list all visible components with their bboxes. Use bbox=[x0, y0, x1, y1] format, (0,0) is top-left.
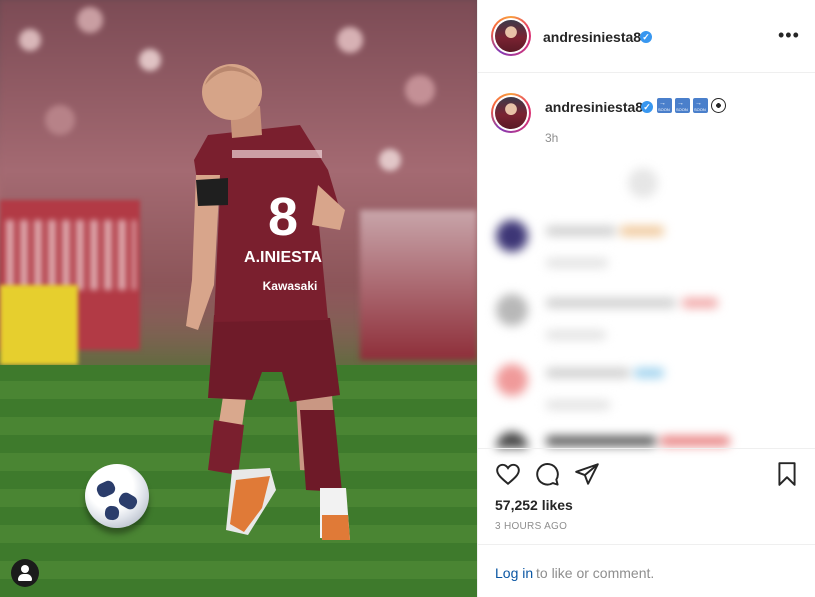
verified-icon: ✓ bbox=[641, 101, 653, 113]
login-prompt-text: to like or comment. bbox=[536, 565, 655, 581]
verified-icon: ✓ bbox=[640, 31, 652, 43]
post-photo[interactable]: 8 A.INIESTA Kawasaki bbox=[0, 0, 477, 597]
soccer-ball-icon bbox=[711, 98, 726, 113]
post-side-panel: andresiniesta8 ✓ ••• andresiniesta8 ✓ → S… bbox=[477, 0, 815, 597]
caption-text: → SOON → SOON → SOON bbox=[657, 98, 726, 113]
soon-arrow-icon: → SOON bbox=[657, 98, 672, 113]
comments-list-blurred bbox=[478, 158, 815, 448]
comment-icon[interactable] bbox=[534, 461, 560, 487]
bookmark-icon[interactable] bbox=[774, 461, 800, 487]
author-username[interactable]: andresiniesta8 bbox=[543, 29, 641, 45]
login-link[interactable]: Log in bbox=[495, 565, 533, 581]
more-options-icon[interactable]: ••• bbox=[778, 26, 799, 44]
jersey-number: 8 bbox=[268, 187, 298, 247]
user-icon[interactable] bbox=[11, 559, 39, 587]
login-prompt: Log in to like or comment. bbox=[478, 544, 815, 597]
post-timestamp[interactable]: 3 HOURS AGO bbox=[495, 521, 567, 532]
heart-icon[interactable] bbox=[495, 461, 521, 487]
post-header: andresiniesta8 ✓ ••• bbox=[478, 0, 815, 73]
jersey-name: A.INIESTA bbox=[244, 249, 322, 266]
soon-arrow-icon: → SOON bbox=[693, 98, 708, 113]
caption-timestamp[interactable]: 3h bbox=[545, 131, 558, 145]
post-actions: 57,252 likes 3 HOURS AGO bbox=[478, 448, 815, 544]
soon-arrow-icon: → SOON bbox=[675, 98, 690, 113]
author-avatar[interactable] bbox=[491, 16, 531, 56]
jersey-sponsor: Kawasaki bbox=[263, 279, 318, 293]
share-icon[interactable] bbox=[574, 461, 600, 487]
caption-username[interactable]: andresiniesta8 bbox=[545, 99, 643, 115]
soccer-ball bbox=[85, 464, 149, 528]
caption-avatar[interactable] bbox=[491, 93, 531, 133]
likes-count[interactable]: 57,252 likes bbox=[495, 497, 573, 513]
player-figure: 8 A.INIESTA Kawasaki bbox=[186, 64, 350, 540]
